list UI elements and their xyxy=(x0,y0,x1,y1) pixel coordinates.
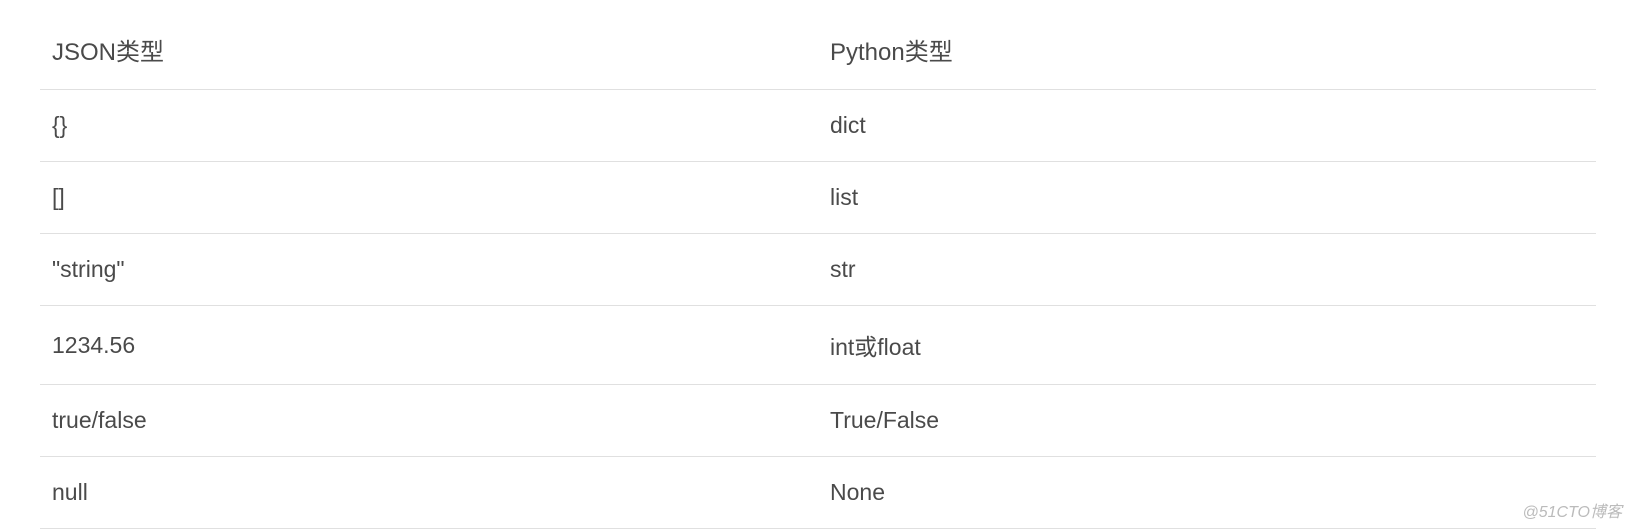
watermark-text: @51CTO博客 xyxy=(1522,498,1622,522)
cell-json-value: null xyxy=(40,457,818,529)
cell-python-value: None xyxy=(818,457,1596,529)
cell-json-value: {} xyxy=(40,90,818,162)
table-row: "string" str xyxy=(40,234,1596,306)
cell-python-value: list xyxy=(818,162,1596,234)
type-mapping-table-container: JSON类型 Python类型 {} dict [] list "string"… xyxy=(0,0,1636,529)
table-row: [] list xyxy=(40,162,1596,234)
cell-json-value: 1234.56 xyxy=(40,306,818,385)
table-row: true/false True/False xyxy=(40,385,1596,457)
table-header-row: JSON类型 Python类型 xyxy=(40,10,1596,90)
header-python-type: Python类型 xyxy=(818,10,1596,90)
cell-python-value: True/False xyxy=(818,385,1596,457)
table-row: null None xyxy=(40,457,1596,529)
header-json-type: JSON类型 xyxy=(40,10,818,90)
table-row: 1234.56 int或float xyxy=(40,306,1596,385)
cell-json-value: "string" xyxy=(40,234,818,306)
cell-python-value: dict xyxy=(818,90,1596,162)
type-mapping-table: JSON类型 Python类型 {} dict [] list "string"… xyxy=(40,10,1596,529)
cell-json-value: [] xyxy=(40,162,818,234)
cell-json-value: true/false xyxy=(40,385,818,457)
cell-python-value: int或float xyxy=(818,306,1596,385)
table-row: {} dict xyxy=(40,90,1596,162)
cell-python-value: str xyxy=(818,234,1596,306)
